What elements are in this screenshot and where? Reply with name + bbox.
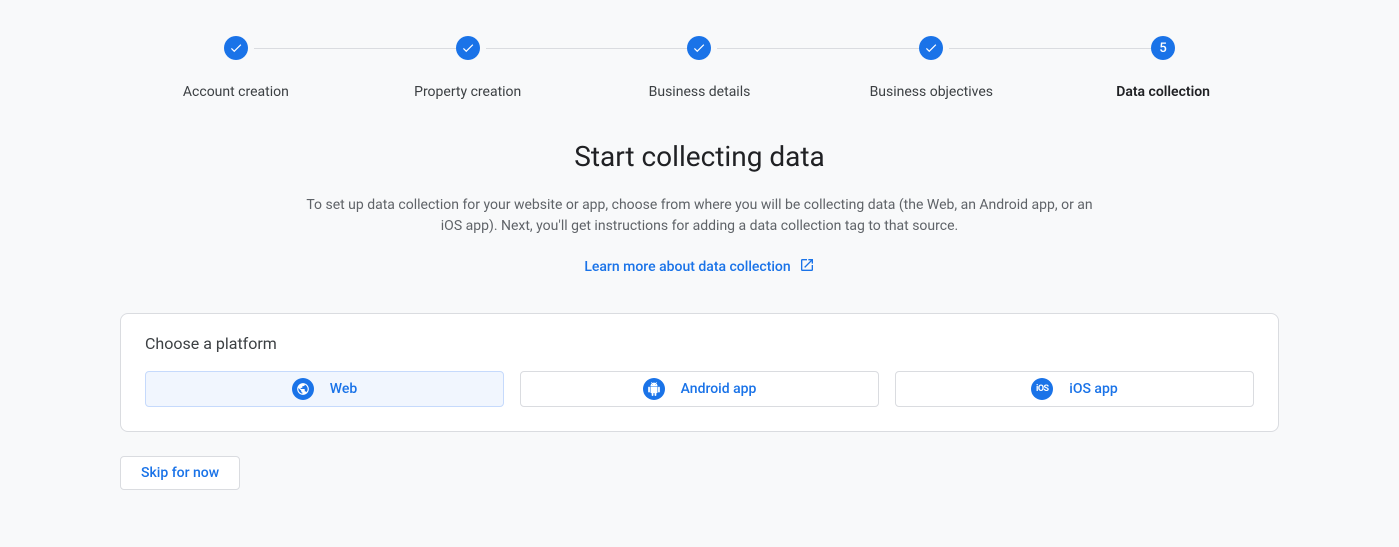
platform-web-label: Web	[330, 381, 357, 397]
platform-android-button[interactable]: Android app	[520, 371, 879, 407]
step-data-collection: 5 Data collection	[1047, 36, 1279, 100]
step-number-icon: 5	[1151, 36, 1175, 60]
android-icon	[643, 378, 665, 400]
check-icon	[919, 36, 943, 60]
globe-icon	[292, 378, 314, 400]
step-label: Property creation	[414, 84, 521, 100]
page-title: Start collecting data	[120, 140, 1279, 173]
step-account-creation: Account creation	[120, 36, 352, 100]
learn-more-link[interactable]: Learn more about data collection	[120, 257, 1279, 277]
step-label: Data collection	[1116, 84, 1210, 100]
step-property-creation: Property creation	[352, 36, 584, 100]
setup-stepper: Account creation Property creation Busin…	[120, 36, 1279, 100]
step-business-details: Business details	[584, 36, 816, 100]
open-in-new-icon	[799, 257, 815, 277]
platform-web-button[interactable]: Web	[145, 371, 504, 407]
step-label: Business objectives	[870, 84, 993, 100]
ios-icon: iOS	[1031, 378, 1053, 400]
check-icon	[456, 36, 480, 60]
platform-ios-label: iOS app	[1069, 381, 1117, 397]
step-business-objectives: Business objectives	[815, 36, 1047, 100]
platform-ios-button[interactable]: iOS iOS app	[895, 371, 1254, 407]
check-icon	[687, 36, 711, 60]
check-icon	[224, 36, 248, 60]
platform-android-label: Android app	[681, 381, 757, 397]
step-label: Business details	[649, 84, 751, 100]
platform-options: Web Android app iOS iOS app	[145, 371, 1254, 407]
platform-card-title: Choose a platform	[145, 334, 1254, 353]
platform-card: Choose a platform Web Android app iOS iO…	[120, 313, 1279, 432]
learn-more-label[interactable]: Learn more about data collection	[584, 259, 790, 275]
skip-button[interactable]: Skip for now	[120, 456, 240, 490]
step-label: Account creation	[183, 84, 289, 100]
page-description: To set up data collection for your websi…	[300, 195, 1100, 237]
